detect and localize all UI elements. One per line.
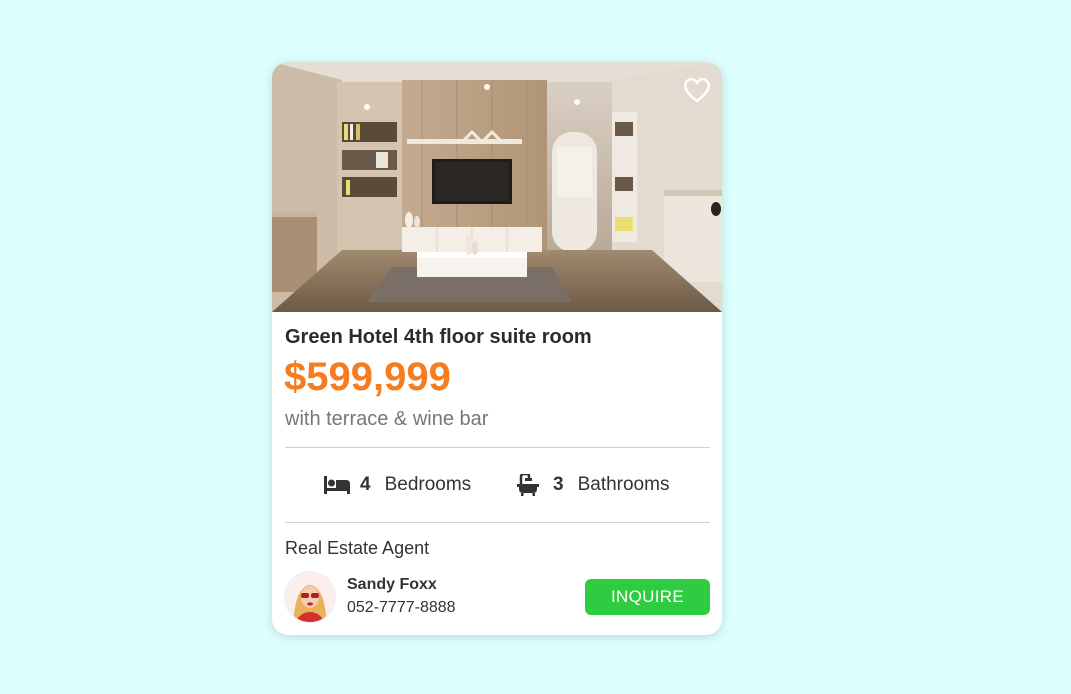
room-photo [272, 62, 722, 312]
agent-name: Sandy Foxx [347, 576, 437, 593]
listing-title: Green Hotel 4th floor suite room [285, 326, 592, 348]
inquire-button[interactable]: INQUIRE [585, 579, 710, 615]
divider [285, 522, 710, 523]
listing-subtitle: with terrace & wine bar [285, 408, 489, 430]
bathroom-label: Bathrooms [577, 474, 670, 495]
listing-price: $599,999 [284, 355, 451, 399]
agent-heading: Real Estate Agent [285, 538, 430, 558]
bedroom-count: 4 [360, 474, 371, 495]
listing-card: Green Hotel 4th floor suite room $599,99… [272, 62, 722, 635]
bathtub-icon [517, 474, 543, 496]
avatar [285, 572, 335, 622]
agent-phone: 052-7777-8888 [347, 599, 456, 616]
bathroom-count: 3 [553, 474, 564, 495]
bedrooms-feature: 4 Bedrooms [324, 472, 471, 498]
bed-icon [324, 474, 350, 496]
bathrooms-feature: 3 Bathrooms [517, 472, 669, 498]
bedroom-label: Bedrooms [384, 474, 472, 495]
heart-outline-icon[interactable] [682, 76, 712, 104]
divider [285, 447, 710, 448]
